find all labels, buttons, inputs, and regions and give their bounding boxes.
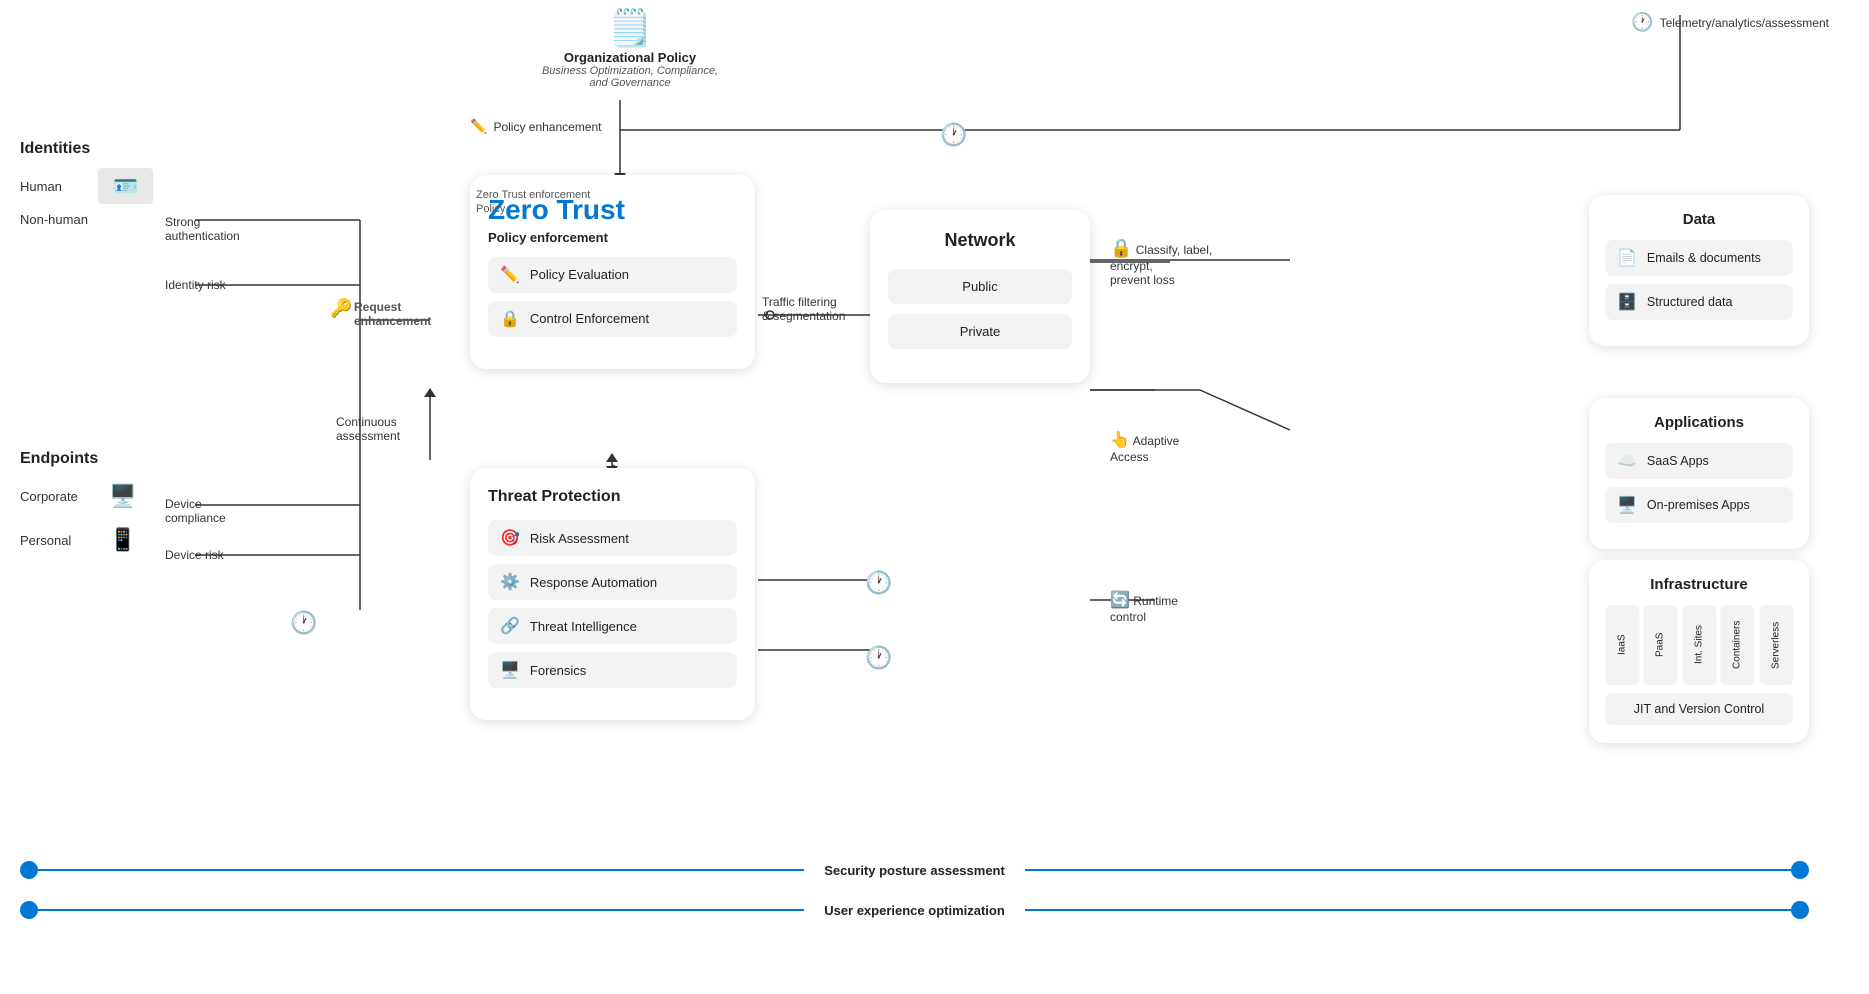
zt-policy-evaluation-label: Policy Evaluation bbox=[530, 267, 629, 282]
zt-control-enforcement-label: Control Enforcement bbox=[530, 311, 649, 326]
data-emails-item: 📄 Emails & documents bbox=[1605, 240, 1793, 276]
key-icon: 🔑 bbox=[330, 298, 352, 319]
endpoint-corporate-icon: 🖥️ bbox=[98, 478, 148, 514]
document-data-icon: 📄 bbox=[1617, 248, 1637, 268]
runtime-control-label: 🔄 Runtimecontrol bbox=[1110, 590, 1178, 624]
apps-onprem-label: On-premises Apps bbox=[1647, 498, 1750, 512]
threat-protection-title: Threat Protection bbox=[488, 488, 737, 506]
gear-icon: ⚙️ bbox=[500, 572, 520, 592]
network-box: Network Public Private bbox=[870, 210, 1090, 383]
policy-enhancement-text: Policy enhancement bbox=[493, 120, 601, 134]
adaptive-access-label: 👆 AdaptiveAccess bbox=[1110, 430, 1179, 464]
telemetry-label: 🕐 Telemetry/analytics/assessment bbox=[1631, 12, 1829, 33]
infra-box: Infrastructure IaaS PaaS Int. Sites Cont… bbox=[1589, 560, 1809, 743]
identities-title: Identities bbox=[20, 140, 153, 158]
user-experience-row: User experience optimization bbox=[0, 901, 1869, 919]
infra-jit-label: JIT and Version Control bbox=[1605, 693, 1793, 725]
speedometer-forensics-icon: 🕐 bbox=[865, 645, 892, 671]
monitor-icon: 🖥️ bbox=[500, 660, 520, 680]
identity-human-label: Human bbox=[20, 179, 90, 194]
security-posture-row: Security posture assessment bbox=[0, 861, 1869, 879]
endpoint-corporate-row: Corporate 🖥️ bbox=[20, 478, 148, 514]
identity-human-row: Human 🪪 bbox=[20, 168, 153, 204]
network-title: Network bbox=[888, 230, 1072, 251]
network-public: Public bbox=[888, 269, 1072, 304]
apps-box: Applications ☁️ SaaS Apps 🖥️ On-premises… bbox=[1589, 398, 1809, 549]
apps-saas-item: ☁️ SaaS Apps bbox=[1605, 443, 1793, 479]
telemetry-text: Telemetry/analytics/assessment bbox=[1660, 16, 1829, 30]
tp-threat-intelligence: 🔗 Threat Intelligence bbox=[488, 608, 737, 644]
infra-intsites: Int. Sites bbox=[1682, 605, 1716, 685]
cloud-icon: ☁️ bbox=[1617, 451, 1637, 471]
data-structured-label: Structured data bbox=[1647, 295, 1732, 309]
continuous-assessment-label: Continuousassessment bbox=[336, 415, 400, 443]
edit-icon: ✏️ bbox=[470, 118, 487, 135]
strong-auth-label: Strongauthentication bbox=[165, 215, 240, 243]
speedometer-mid-icon: 🕐 bbox=[940, 122, 967, 148]
zt-policy-evaluation: ✏️ Policy Evaluation bbox=[488, 257, 737, 293]
tp-forensics: 🖥️ Forensics bbox=[488, 652, 737, 688]
tp-response-automation-label: Response Automation bbox=[530, 575, 657, 590]
apps-box-title: Applications bbox=[1605, 414, 1793, 431]
identity-risk-label: Identity risk bbox=[165, 278, 226, 292]
server-icon: 🖥️ bbox=[1617, 495, 1637, 515]
zt-control-enforcement: 🔒 Control Enforcement bbox=[488, 301, 737, 337]
endpoint-personal-row: Personal 📱 bbox=[20, 522, 148, 558]
database-icon: 🗄️ bbox=[1617, 292, 1637, 312]
threat-protection-box: Threat Protection 🎯 Risk Assessment ⚙️ R… bbox=[470, 468, 755, 720]
zero-trust-subtitle: Policy enforcement bbox=[488, 230, 737, 245]
apps-onprem-item: 🖥️ On-premises Apps bbox=[1605, 487, 1793, 523]
tp-response-automation: ⚙️ Response Automation bbox=[488, 564, 737, 600]
endpoints-title: Endpoints bbox=[20, 450, 148, 468]
device-compliance-label: Devicecompliance bbox=[165, 497, 226, 525]
document-icon: 🗒️ bbox=[540, 10, 720, 46]
classify-label: 🔒 Classify, label,encrypt,prevent loss bbox=[1110, 238, 1212, 287]
tp-risk-assessment: 🎯 Risk Assessment bbox=[488, 520, 737, 556]
lock-icon: 🔒 bbox=[500, 309, 520, 329]
infra-serverless: Serverless bbox=[1759, 605, 1793, 685]
policy-enhancement-label: ✏️ Policy enhancement bbox=[470, 118, 602, 135]
endpoint-corporate-label: Corporate bbox=[20, 489, 90, 504]
endpoint-personal-label: Personal bbox=[20, 533, 90, 548]
tp-risk-assessment-label: Risk Assessment bbox=[530, 531, 629, 546]
identity-human-card: 🪪 bbox=[98, 168, 153, 204]
infra-box-title: Infrastructure bbox=[1605, 576, 1793, 593]
pencil-icon: ✏️ bbox=[500, 265, 520, 285]
share-icon: 🔗 bbox=[500, 616, 520, 636]
data-structured-item: 🗄️ Structured data bbox=[1605, 284, 1793, 320]
endpoints-section: Endpoints Corporate 🖥️ Personal 📱 bbox=[20, 450, 148, 566]
data-emails-label: Emails & documents bbox=[1647, 251, 1761, 265]
data-box-title: Data bbox=[1605, 211, 1793, 228]
target-icon: 🎯 bbox=[500, 528, 520, 548]
traffic-filtering-label: Traffic filtering& segmentation bbox=[762, 295, 845, 323]
telemetry-icon: 🕐 bbox=[1631, 12, 1653, 33]
infra-iaas: IaaS bbox=[1605, 605, 1639, 685]
apps-saas-label: SaaS Apps bbox=[1647, 454, 1709, 468]
diagram-container: 🗒️ Organizational Policy Business Optimi… bbox=[0, 0, 1869, 994]
security-posture-label: Security posture assessment bbox=[804, 863, 1025, 878]
org-policy-section: 🗒️ Organizational Policy Business Optimi… bbox=[540, 10, 720, 89]
tp-threat-intelligence-label: Threat Intelligence bbox=[530, 619, 637, 634]
zt-enforcement-policy-label: Zero Trust enforcement Policy bbox=[476, 188, 606, 217]
identities-section: Identities Human 🪪 Non-human bbox=[20, 140, 153, 235]
network-private: Private bbox=[888, 314, 1072, 349]
endpoint-personal-icon: 📱 bbox=[98, 522, 148, 558]
request-enhancement-label: Requestenhancement bbox=[354, 300, 431, 328]
data-box: Data 📄 Emails & documents 🗄️ Structured … bbox=[1589, 195, 1809, 346]
tp-forensics-label: Forensics bbox=[530, 663, 586, 678]
user-experience-label: User experience optimization bbox=[804, 903, 1025, 918]
infra-paas: PaaS bbox=[1643, 605, 1677, 685]
org-policy-subtitle: Business Optimization, Compliance, and G… bbox=[540, 65, 720, 89]
device-risk-label: Device risk bbox=[165, 548, 224, 562]
speedometer-response-icon: 🕐 bbox=[865, 570, 892, 596]
identity-nonhuman-row: Non-human bbox=[20, 212, 153, 227]
speedometer-left-icon: 🕐 bbox=[290, 610, 317, 636]
infra-columns: IaaS PaaS Int. Sites Containers Serverle… bbox=[1605, 605, 1793, 685]
infra-containers: Containers bbox=[1720, 605, 1754, 685]
identity-nonhuman-label: Non-human bbox=[20, 212, 90, 227]
org-policy-title: Organizational Policy bbox=[540, 50, 720, 65]
